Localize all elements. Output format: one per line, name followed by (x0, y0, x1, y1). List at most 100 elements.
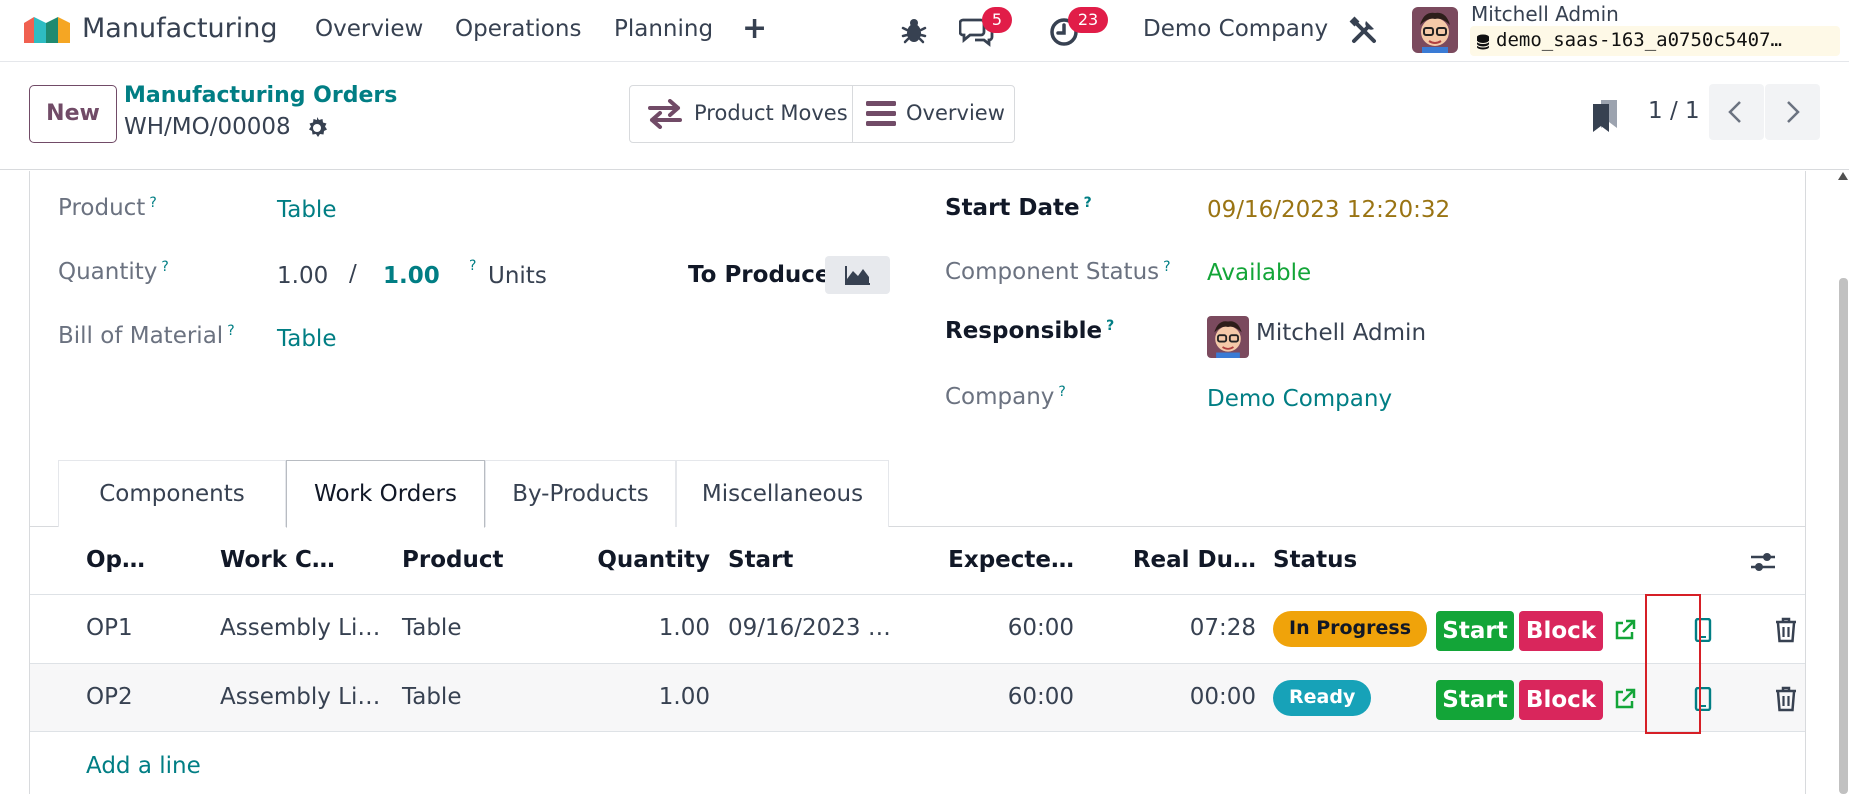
pager-previous-button[interactable] (1709, 84, 1764, 140)
transfer-arrows-icon (648, 99, 682, 129)
responsible-value[interactable]: Mitchell Admin (1256, 320, 1426, 346)
bug-icon[interactable] (900, 15, 928, 45)
tab-miscellaneous[interactable]: Miscellaneous (676, 460, 889, 527)
column-product[interactable]: Product (402, 547, 503, 573)
record-name: WH/MO/00008 (124, 114, 291, 140)
cell-start: 09/16/2023 … (728, 615, 891, 641)
list-bars-icon (866, 101, 896, 126)
activity-count-badge: 23 (1068, 7, 1108, 33)
column-quantity[interactable]: Quantity (560, 547, 710, 573)
external-link-icon[interactable] (1613, 618, 1637, 642)
quantity-unit[interactable]: Units (488, 263, 547, 289)
quantity-produced[interactable]: 1.00 (277, 263, 328, 289)
help-icon[interactable]: ? (227, 323, 234, 339)
start-button[interactable]: Start (1436, 680, 1514, 720)
product-label: Product? (58, 195, 157, 221)
database-name: demo_saas-163_a0750c5407… (1470, 26, 1840, 56)
cell-product: Table (402, 615, 462, 641)
cell-real-duration: 07:28 (1189, 615, 1256, 641)
trash-icon[interactable] (1775, 617, 1797, 643)
table-row[interactable]: OP2 Assembly Li… Table 1.00 60:00 00:00 … (30, 663, 1805, 732)
cell-quantity: 1.00 (658, 684, 710, 710)
quantity-target[interactable]: 1.00 (383, 263, 440, 289)
scrollbar-thumb[interactable] (1839, 278, 1848, 794)
help-icon[interactable]: ? (149, 195, 156, 211)
quantity-separator: / (349, 261, 357, 287)
block-button[interactable]: Block (1519, 611, 1603, 651)
tab-by-products[interactable]: By-Products (485, 460, 676, 527)
product-moves-label: Product Moves (694, 101, 848, 125)
help-icon[interactable]: ? (1163, 259, 1170, 275)
column-start[interactable]: Start (728, 547, 793, 573)
gear-icon[interactable] (305, 116, 329, 140)
control-panel: New Manufacturing Orders WH/MO/00008 Pro… (0, 62, 1849, 170)
help-icon[interactable]: ? (1084, 195, 1092, 211)
block-button[interactable]: Block (1519, 680, 1603, 720)
component-status-value: Available (1207, 260, 1312, 286)
database-name-text: demo_saas-163_a0750c5407… (1496, 29, 1782, 51)
cell-work-center: Assembly Li… (220, 684, 381, 710)
menu-operations[interactable]: Operations (455, 16, 581, 42)
new-button[interactable]: New (29, 85, 117, 143)
overview-button[interactable]: Overview (853, 86, 1014, 142)
bom-value[interactable]: Table (277, 326, 336, 352)
trash-icon[interactable] (1775, 686, 1797, 712)
responsible-avatar (1207, 316, 1249, 358)
pager-value[interactable]: 1 / 1 (1648, 98, 1700, 124)
product-moves-button[interactable]: Product Moves (630, 86, 853, 142)
overview-label: Overview (906, 101, 1005, 125)
cell-quantity: 1.00 (658, 615, 710, 641)
product-value[interactable]: Table (277, 197, 336, 223)
forecast-chart-button[interactable] (825, 256, 890, 294)
top-navbar: Manufacturing Overview Operations Planni… (0, 0, 1849, 62)
start-date-label: Start Date? (945, 195, 1092, 221)
chevron-right-icon (1787, 101, 1800, 123)
menu-planning[interactable]: Planning (614, 16, 713, 42)
cell-operation: OP1 (86, 615, 133, 641)
table-row[interactable]: OP1 Assembly Li… Table 1.00 09/16/2023 …… (30, 594, 1805, 663)
component-status-label: Component Status? (945, 259, 1171, 285)
user-name[interactable]: Mitchell Admin (1471, 2, 1619, 26)
add-a-line-link[interactable]: Add a line (86, 753, 201, 779)
cell-product: Table (402, 684, 462, 710)
cell-work-center: Assembly Li… (220, 615, 381, 641)
help-icon[interactable]: ? (1106, 318, 1114, 334)
debug-tools-icon[interactable] (1348, 15, 1380, 47)
pager-next-button[interactable] (1765, 84, 1820, 140)
tab-components[interactable]: Components (58, 460, 286, 527)
column-expected-duration[interactable]: Expecte… (900, 547, 1074, 573)
area-chart-icon (845, 266, 870, 285)
help-icon[interactable]: ? (161, 259, 168, 275)
user-avatar[interactable] (1412, 7, 1458, 53)
notebook-tabs: Components Work Orders By-Products Misce… (30, 460, 1805, 528)
external-link-icon[interactable] (1613, 687, 1637, 711)
column-real-duration[interactable]: Real Du… (1100, 547, 1256, 573)
breadcrumb-manufacturing-orders[interactable]: Manufacturing Orders (124, 83, 397, 108)
company-label: Company? (945, 384, 1066, 410)
help-icon[interactable]: ? (1058, 384, 1065, 400)
column-status[interactable]: Status (1273, 547, 1357, 573)
company-value[interactable]: Demo Company (1207, 386, 1392, 412)
manufacturing-app-icon[interactable] (22, 13, 72, 47)
status-badge: Ready (1273, 680, 1372, 716)
bom-label: Bill of Material? (58, 323, 235, 349)
chevron-left-icon (1728, 101, 1741, 123)
help-icon[interactable]: ? (469, 258, 476, 274)
add-menu-plus-icon[interactable]: + (742, 11, 767, 46)
bookmark-icon[interactable] (1593, 100, 1617, 132)
start-date-value[interactable]: 09/16/2023 12:20:32 (1207, 197, 1450, 223)
cell-expected-duration: 60:00 (1007, 684, 1074, 710)
column-settings-sliders-icon[interactable] (1750, 549, 1776, 575)
cell-real-duration: 00:00 (1189, 684, 1256, 710)
company-switcher[interactable]: Demo Company (1143, 16, 1328, 42)
app-name[interactable]: Manufacturing (82, 13, 278, 44)
database-icon (1476, 34, 1490, 50)
start-button[interactable]: Start (1436, 611, 1514, 651)
to-produce-label: To Produce (688, 262, 831, 288)
smart-buttons: Product Moves Overview (629, 85, 1015, 143)
column-operation[interactable]: Op… (86, 547, 145, 573)
scroll-up-arrow-icon[interactable] (1838, 172, 1848, 180)
tab-work-orders[interactable]: Work Orders (286, 460, 485, 528)
menu-overview[interactable]: Overview (315, 16, 423, 42)
column-work-center[interactable]: Work C… (220, 547, 335, 573)
